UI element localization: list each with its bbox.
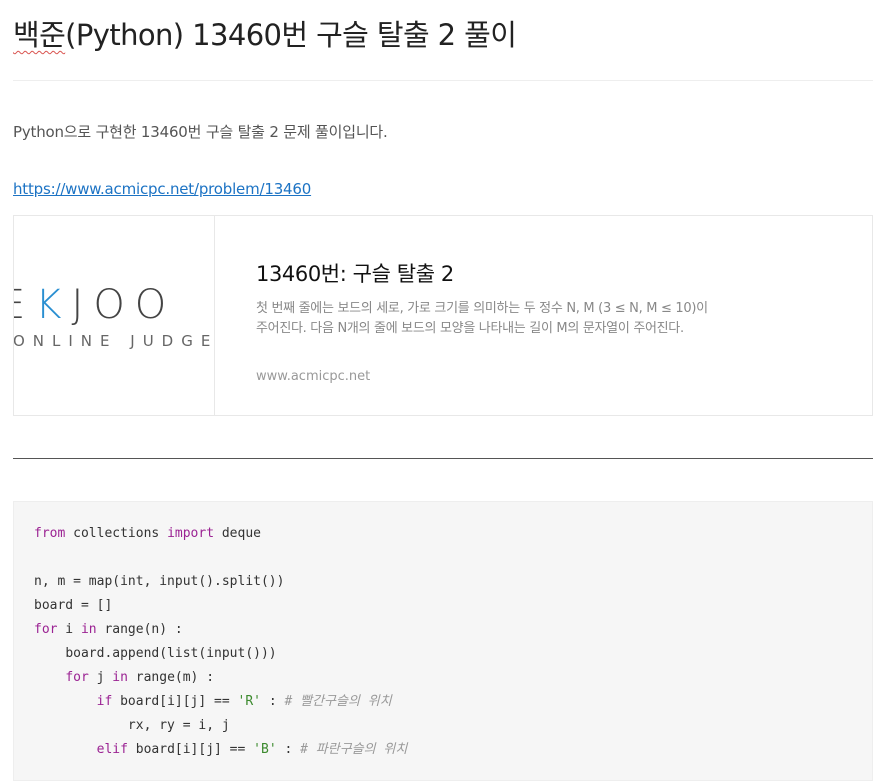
baekjoon-logo: EKJOO <box>14 282 176 328</box>
code-content: from collections import deque n, m = map… <box>34 522 407 762</box>
logo-letter-k: K <box>35 282 72 328</box>
code-text: range(n) : <box>96 622 183 637</box>
code-line: rx, ry = i, j <box>127 718 230 733</box>
code-text: range(m) : <box>127 670 215 685</box>
link-preview-card[interactable]: EKJOO ONLINE JUDGE 13460번: 구슬 탈출 2 첫 번째 … <box>13 215 873 416</box>
code-string: 'B' <box>253 742 277 757</box>
code-string: 'R' <box>237 694 261 709</box>
code-keyword: elif <box>96 742 128 757</box>
logo-letters-joo: JOO <box>71 282 177 328</box>
code-text: deque <box>214 526 261 541</box>
code-keyword: import <box>167 526 215 541</box>
post-title-prefix: 백준 <box>13 18 66 52</box>
code-text: : <box>276 742 301 757</box>
code-text: : <box>261 694 285 709</box>
code-line: board.append(list(input())) <box>65 646 277 661</box>
code-text: board[i][j] == <box>127 742 254 757</box>
code-keyword: in <box>80 622 97 637</box>
code-keyword: if <box>96 694 113 709</box>
intro-paragraph: Python으로 구현한 13460번 구슬 탈출 2 문제 풀이입니다. <box>13 123 388 141</box>
post-title: 백준(Python) 13460번 구슬 탈출 2 풀이 <box>13 12 517 54</box>
preview-title[interactable]: 13460번: 구슬 탈출 2 <box>256 258 454 288</box>
problem-link[interactable]: https://www.acmicpc.net/problem/13460 <box>13 180 311 198</box>
preview-description: 첫 번째 줄에는 보드의 세로, 가로 크기를 의미하는 두 정수 N, M (… <box>256 301 708 336</box>
code-line: n, m = map(int, input().split()) <box>34 574 285 589</box>
post-title-rest: (Python) 13460번 구슬 탈출 2 풀이 <box>65 18 517 52</box>
section-divider <box>13 458 873 459</box>
code-keyword: in <box>112 670 128 685</box>
code-keyword: for <box>65 670 89 685</box>
code-keyword: for <box>34 622 58 637</box>
logo-letter-e: E <box>14 282 35 328</box>
code-block: from collections import deque n, m = map… <box>13 501 873 781</box>
code-line: board = [] <box>34 598 113 613</box>
code-text: board[i][j] == <box>112 694 238 709</box>
preview-domain: www.acmicpc.net <box>256 369 371 384</box>
code-keyword: from <box>34 526 66 541</box>
code-text: i <box>57 622 81 637</box>
code-comment: # 파란구슬의 위치 <box>300 742 408 757</box>
title-divider <box>13 80 873 81</box>
code-comment: # 빨간구슬의 위치 <box>284 694 392 709</box>
preview-thumbnail: EKJOO ONLINE JUDGE <box>14 216 215 415</box>
code-text: j <box>88 670 113 685</box>
logo-subtitle: ONLINE JUDGE <box>14 332 215 350</box>
code-text: collections <box>65 526 168 541</box>
